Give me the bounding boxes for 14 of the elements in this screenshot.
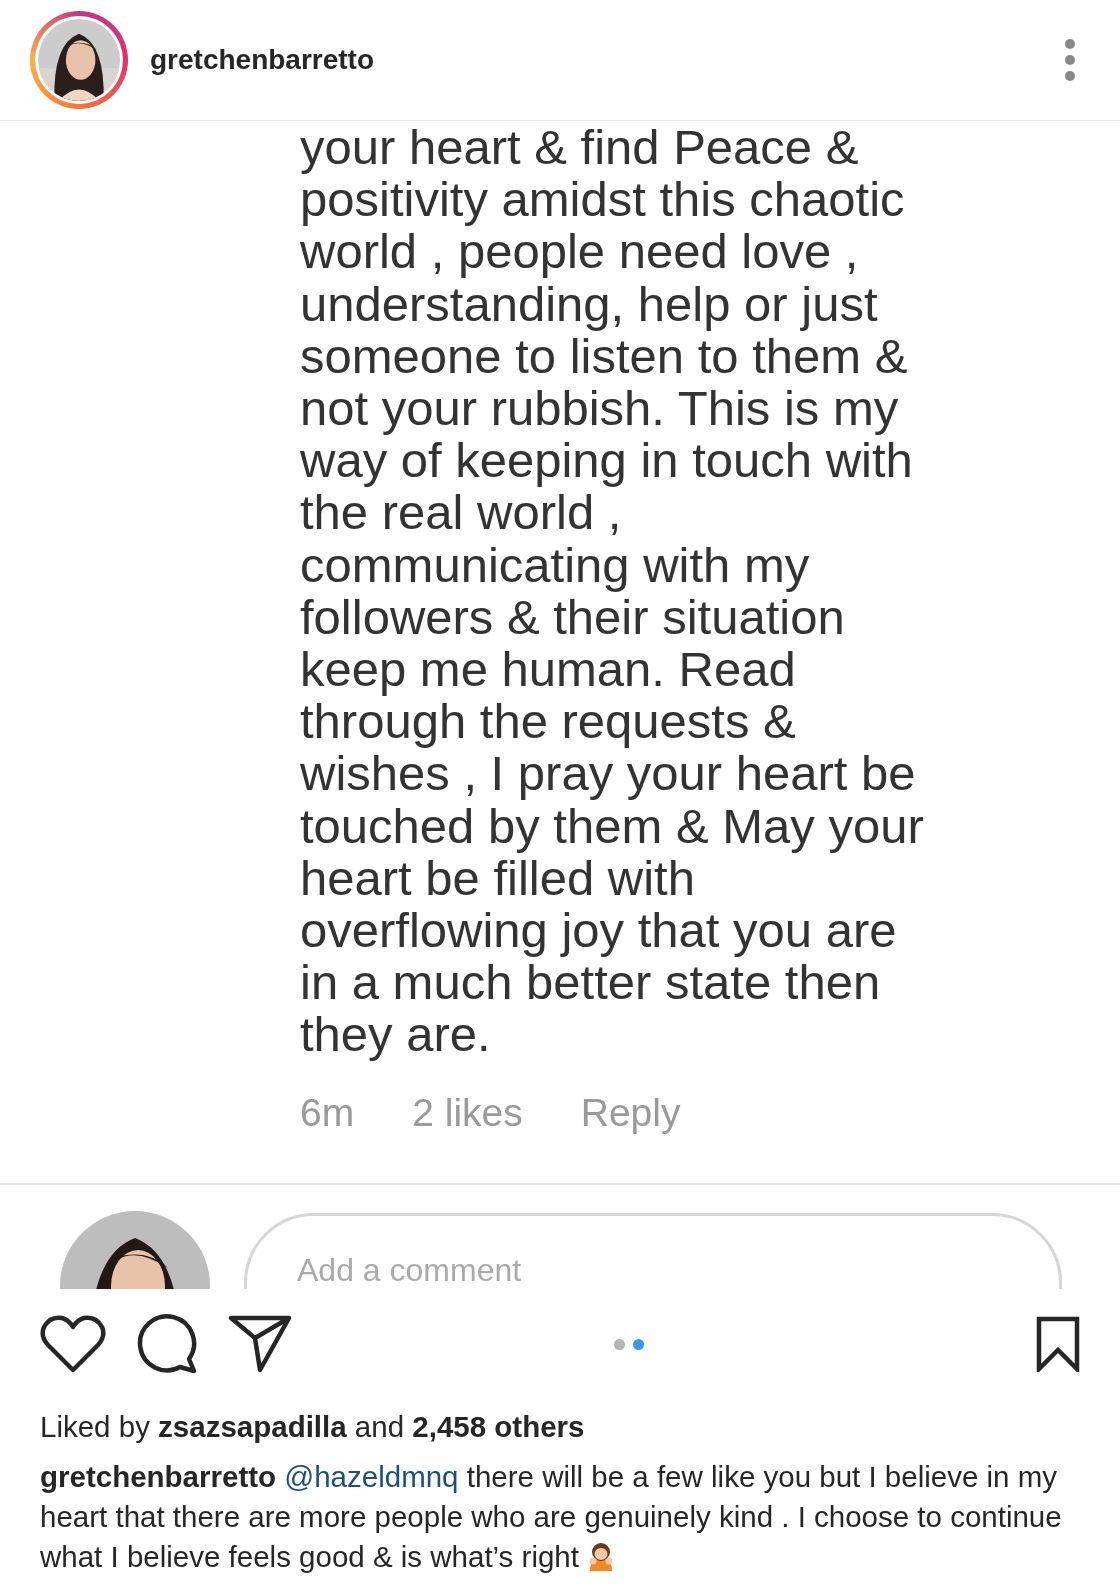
more-icon[interactable] xyxy=(1064,38,1076,82)
comment-field[interactable]: Add a comment xyxy=(244,1212,1062,1289)
comment-icon[interactable] xyxy=(136,1313,198,1375)
send-icon[interactable] xyxy=(228,1314,292,1374)
comment-time: 6m xyxy=(300,1090,355,1135)
bookmark-icon[interactable] xyxy=(1036,1316,1080,1372)
likes-text: Liked by zsazsapadilla and 2,458 others xyxy=(40,1409,586,1445)
comment-text: your heart & find Peace & positivity amidst this chaotic world , people need love , understanding, help or just someone to listen to them & not your rubbish. This is my way of keeping in touch with the real world , communicating with my followers & their situation keep me human. Read through the requests & wishes , I pray your heart be touched by them & May your heart be filled with overflowing joy that you are in a much better state then they are. xyxy=(299,121,924,1061)
caption: gretchenbarretto @hazeldmnq there will be a few like you but I believe in my heart that there are more people who are genuinely kind . I choose to continue what I believe feels good & is what’s right xyxy=(40,1459,1063,1575)
mention-link[interactable]: @hazeldmnq xyxy=(284,1460,459,1493)
reply-link[interactable]: Reply xyxy=(580,1090,681,1135)
heart-icon[interactable] xyxy=(40,1314,106,1374)
likes-count[interactable]: 2 likes xyxy=(412,1090,523,1135)
username[interactable]: gretchenbarretto xyxy=(150,44,1042,76)
